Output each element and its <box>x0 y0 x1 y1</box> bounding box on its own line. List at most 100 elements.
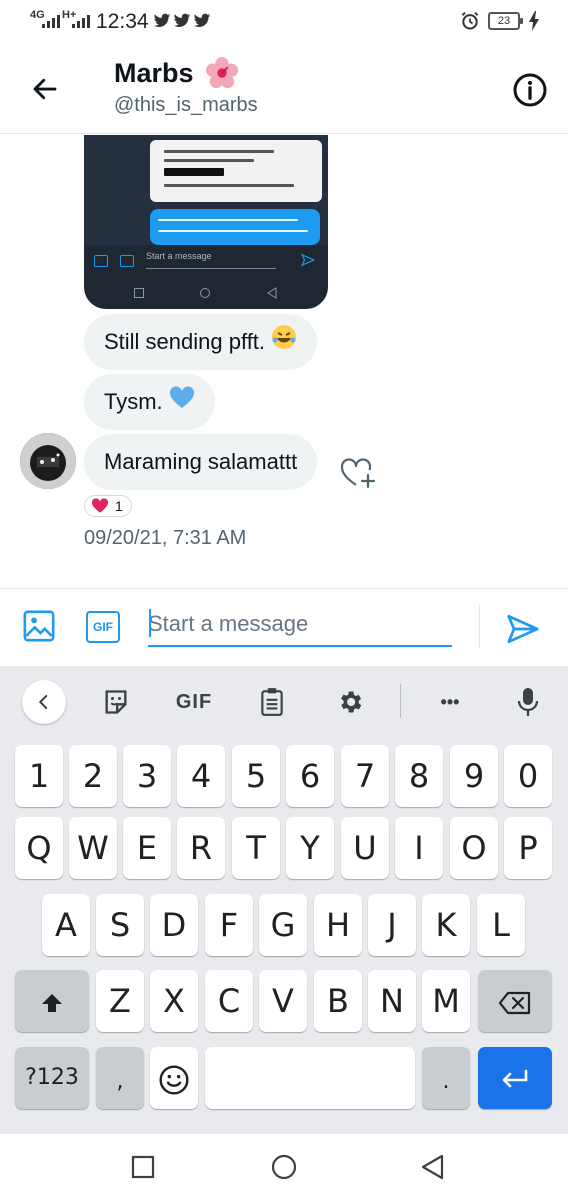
reaction-pill[interactable]: 1 <box>84 495 132 517</box>
key-u[interactable]: U <box>341 817 389 879</box>
key-8[interactable]: 8 <box>395 745 443 807</box>
clipboard-button[interactable] <box>250 680 294 724</box>
key-o[interactable]: O <box>450 817 498 879</box>
conversation-handle: @this_is_marbs <box>114 94 258 116</box>
space-key[interactable] <box>205 1047 415 1109</box>
key-t[interactable]: T <box>232 817 280 879</box>
shift-icon <box>42 994 62 1012</box>
key-r[interactable]: R <box>177 817 225 879</box>
screenshot-input-placeholder: Start a message <box>146 251 212 261</box>
backspace-icon <box>498 991 531 1015</box>
key-w[interactable]: W <box>69 817 117 879</box>
key-1[interactable]: 1 <box>15 745 63 807</box>
key-l[interactable]: L <box>477 894 525 956</box>
key-6[interactable]: 6 <box>286 745 334 807</box>
key-5[interactable]: 5 <box>232 745 280 807</box>
info-icon[interactable] <box>512 72 548 108</box>
arrow-left-icon[interactable] <box>30 74 60 104</box>
back-icon[interactable] <box>417 1152 447 1182</box>
status-time: 12:34 <box>96 10 149 33</box>
rofl-emoji-icon <box>271 315 297 371</box>
key-p[interactable]: P <box>504 817 552 879</box>
avatar[interactable] <box>20 433 76 489</box>
settings-button[interactable] <box>328 680 372 724</box>
screenshot-sms-card <box>150 140 322 202</box>
conversation-title[interactable]: Marbs <box>114 58 194 89</box>
message-list[interactable]: Start a message Still sending pfft. Tysm… <box>0 135 568 587</box>
alarm-icon <box>461 11 479 30</box>
reaction-count: 1 <box>115 498 123 514</box>
charging-icon <box>529 11 539 31</box>
key-z[interactable]: Z <box>96 970 144 1032</box>
key-2[interactable]: 2 <box>69 745 117 807</box>
voice-input-button[interactable] <box>506 680 550 724</box>
comma-key[interactable]: , <box>96 1047 144 1109</box>
key-n[interactable]: N <box>368 970 416 1032</box>
key-9[interactable]: 9 <box>450 745 498 807</box>
message-bubble[interactable]: Tysm. <box>84 374 215 430</box>
key-b[interactable]: B <box>314 970 362 1032</box>
key-i[interactable]: I <box>395 817 443 879</box>
key-7[interactable]: 7 <box>341 745 389 807</box>
keyboard-toolbar: GIF ••• <box>0 666 568 736</box>
more-options-button[interactable]: ••• <box>428 680 472 724</box>
image-icon[interactable] <box>22 609 56 643</box>
battery-indicator: 23 <box>488 12 523 30</box>
key-s[interactable]: S <box>96 894 144 956</box>
smiley-icon <box>159 1065 189 1095</box>
message-bubble[interactable]: Still sending pfft. <box>84 314 318 371</box>
text-cursor <box>149 609 151 637</box>
key-d[interactable]: D <box>150 894 198 956</box>
keyboard-back-button[interactable] <box>22 680 66 724</box>
key-4[interactable]: 4 <box>177 745 225 807</box>
key-h[interactable]: H <box>314 894 362 956</box>
screenshot-input-line <box>146 268 276 269</box>
send-icon <box>301 253 316 267</box>
gif-keyboard-button[interactable]: GIF <box>172 680 216 724</box>
message-text: Tysm. <box>104 389 163 414</box>
card-line <box>164 184 294 187</box>
message-input[interactable] <box>148 603 452 647</box>
key-j[interactable]: J <box>368 894 416 956</box>
symbols-key[interactable]: ?123 <box>15 1047 89 1109</box>
period-key[interactable]: . <box>422 1047 470 1109</box>
key-q[interactable]: Q <box>15 817 63 879</box>
message-text: Still sending pfft. <box>104 329 266 354</box>
sticker-button[interactable] <box>94 680 138 724</box>
backspace-key[interactable] <box>478 970 552 1032</box>
send-icon[interactable] <box>504 611 542 647</box>
on-screen-keyboard: GIF ••• 1 2 3 4 5 6 7 8 9 0 Q W E R T Y … <box>0 666 568 1134</box>
key-3[interactable]: 3 <box>123 745 171 807</box>
emoji-key[interactable] <box>150 1047 198 1109</box>
clipboard-icon <box>261 688 283 716</box>
toolbar-divider <box>400 684 401 718</box>
message-bubble[interactable]: Maraming salamattt <box>84 434 318 490</box>
key-y[interactable]: Y <box>286 817 334 879</box>
key-f[interactable]: F <box>205 894 253 956</box>
key-0[interactable]: 0 <box>504 745 552 807</box>
home-icon[interactable] <box>269 1152 299 1182</box>
shift-key[interactable] <box>15 970 89 1032</box>
nav-back-icon <box>267 287 277 299</box>
conversation-header: Marbs @this_is_marbs <box>0 44 568 134</box>
key-x[interactable]: X <box>150 970 198 1032</box>
key-g[interactable]: G <box>259 894 307 956</box>
shared-screenshot-image[interactable]: Start a message <box>84 135 328 309</box>
system-navigation-bar <box>0 1134 568 1200</box>
card-line <box>164 159 254 162</box>
key-k[interactable]: K <box>422 894 470 956</box>
key-c[interactable]: C <box>205 970 253 1032</box>
sticker-icon <box>105 690 127 714</box>
reply-line <box>158 219 298 221</box>
gif-button[interactable]: GIF <box>86 611 120 643</box>
key-v[interactable]: V <box>259 970 307 1032</box>
key-a[interactable]: A <box>42 894 90 956</box>
enter-key[interactable] <box>478 1047 552 1109</box>
add-reaction-icon[interactable] <box>338 454 378 490</box>
twitter-icon <box>173 13 191 28</box>
nav-circle-icon <box>200 288 210 298</box>
key-m[interactable]: M <box>422 970 470 1032</box>
key-e[interactable]: E <box>123 817 171 879</box>
recents-icon[interactable] <box>128 1152 158 1182</box>
chevron-left-icon <box>39 695 48 709</box>
